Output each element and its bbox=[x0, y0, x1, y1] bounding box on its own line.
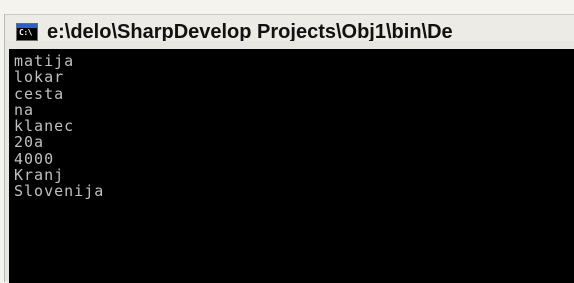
console-line: cesta bbox=[14, 84, 65, 103]
console-line: lokar bbox=[14, 68, 65, 87]
console-line: klanec bbox=[14, 117, 75, 136]
console-window: C:\ e:\delo\SharpDevelop Projects\Obj1\b… bbox=[4, 14, 574, 283]
console-output-area[interactable]: matija lokar cesta na klanec 20a 4000 Kr… bbox=[9, 49, 574, 283]
window-title: e:\delo\SharpDevelop Projects\Obj1\bin\D… bbox=[47, 21, 453, 41]
title-bar[interactable]: C:\ e:\delo\SharpDevelop Projects\Obj1\b… bbox=[5, 15, 574, 41]
console-line: matija bbox=[14, 52, 75, 70]
console-line: Slovenija bbox=[14, 182, 105, 201]
console-line: Kranj bbox=[14, 166, 65, 185]
icon-prompt-text: C:\ bbox=[19, 28, 32, 37]
console-line: na bbox=[14, 100, 35, 119]
console-line: 4000 bbox=[14, 149, 55, 168]
console-window-icon[interactable]: C:\ bbox=[16, 23, 38, 41]
console-line: 20a bbox=[14, 133, 45, 152]
console-lines: matija lokar cesta na klanec 20a 4000 Kr… bbox=[14, 53, 104, 200]
